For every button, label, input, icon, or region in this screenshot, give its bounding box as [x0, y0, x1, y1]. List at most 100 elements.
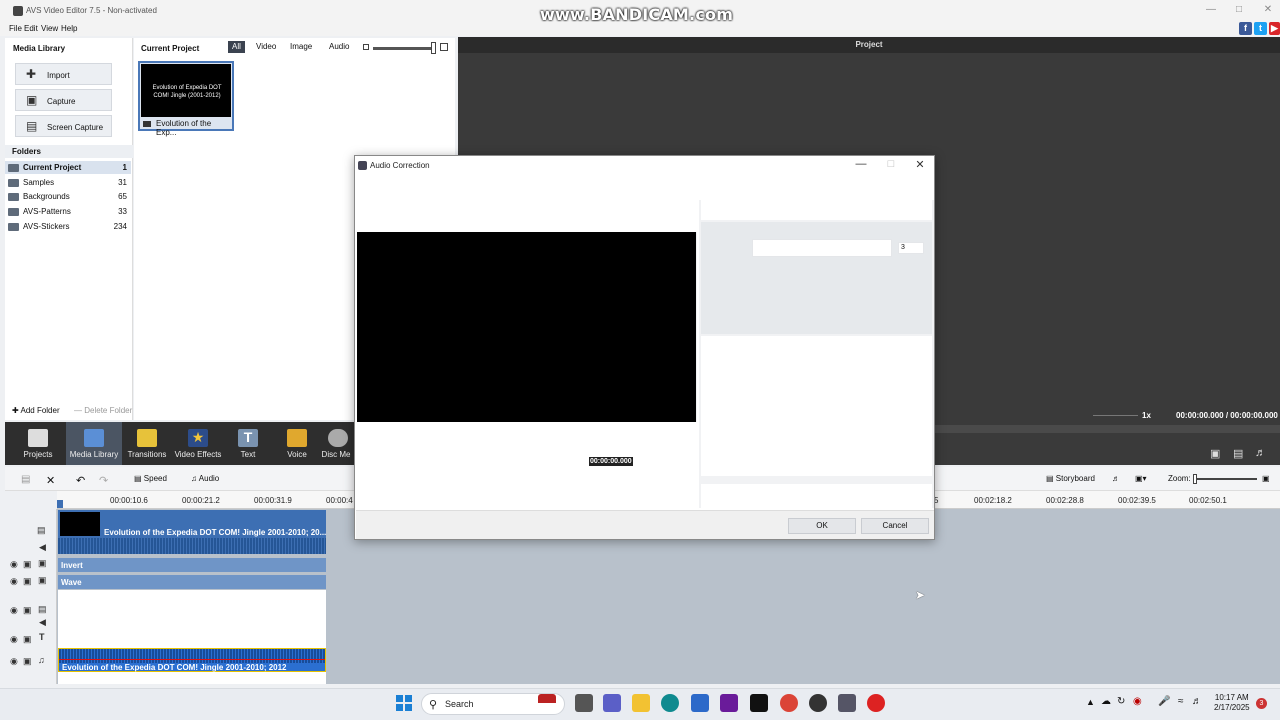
empty-track[interactable]	[58, 672, 326, 684]
lock-icon[interactable]: ▣	[23, 656, 32, 667]
screen-capture-button[interactable]: ▤ Screen Capture	[15, 115, 112, 137]
tv-app-icon[interactable]	[750, 694, 768, 712]
capture-button[interactable]: ▣ Capture	[15, 89, 112, 111]
obs-icon[interactable]	[809, 694, 827, 712]
task-view-icon[interactable]	[575, 694, 593, 712]
fit-zoom-icon[interactable]: ▣	[1262, 474, 1270, 483]
redo-icon[interactable]: ↷	[99, 474, 108, 487]
snapshot-icon[interactable]: ▤	[1233, 447, 1243, 460]
display-options-icon[interactable]: ▣▾	[1135, 474, 1147, 483]
cancel-button[interactable]: Cancel	[861, 518, 929, 534]
video-clip[interactable]: Evolution of the Expedia DOT COM! Jingle…	[58, 510, 326, 554]
menu-help[interactable]: Help	[61, 24, 77, 33]
menu-view[interactable]: View	[41, 24, 58, 33]
settings-slider-field[interactable]	[752, 239, 892, 257]
folder-backgrounds[interactable]: Backgrounds 65	[5, 190, 131, 203]
visibility-eye-icon[interactable]: ◉	[10, 576, 18, 587]
wifi-icon[interactable]: ≈	[1178, 696, 1184, 707]
visibility-eye-icon[interactable]: ◉	[10, 656, 18, 667]
dialog-waveform-area[interactable]	[357, 422, 697, 508]
audio-mute-icon[interactable]: ◀	[39, 617, 46, 628]
slider-thumb[interactable]	[431, 42, 436, 54]
toolbar-disc-menu[interactable]: Disc Me	[316, 422, 356, 465]
toolbar-video-effects[interactable]: ★ Video Effects	[170, 422, 226, 465]
tray-record-icon[interactable]: ◉	[1133, 696, 1142, 707]
bandicam-icon[interactable]	[867, 694, 885, 712]
import-button[interactable]: ✚ Import	[15, 63, 112, 85]
visibility-eye-icon[interactable]: ◉	[10, 605, 18, 616]
chrome-icon[interactable]	[780, 694, 798, 712]
folder-avs-patterns[interactable]: AVS-Patterns 33	[5, 205, 131, 218]
dialog-close-icon[interactable]: ✕	[910, 158, 930, 172]
media-thumbnail[interactable]: Evolution of Expedia DOT COM! Jingle (20…	[138, 61, 234, 137]
playhead[interactable]	[57, 500, 63, 508]
ok-button[interactable]: OK	[788, 518, 856, 534]
maximize-icon[interactable]: □	[1231, 4, 1247, 18]
flag-icon[interactable]	[538, 694, 556, 712]
add-folder-button[interactable]: ✚ Add Folder	[12, 406, 60, 415]
storyboard-button[interactable]: ▤ Storyboard	[1046, 474, 1095, 483]
tray-cloud-icon[interactable]: ☁	[1101, 696, 1111, 707]
youtube-icon[interactable]: ▶	[1269, 22, 1280, 35]
filter-all[interactable]: All	[228, 41, 245, 53]
lock-icon[interactable]: ▣	[23, 576, 32, 587]
yahoo-icon[interactable]	[720, 694, 738, 712]
delete-folder-button[interactable]: — Delete Folder	[74, 406, 132, 415]
folder-samples[interactable]: Samples 31	[5, 176, 131, 189]
toolbar-transitions[interactable]: Transitions	[119, 422, 175, 465]
effect-clip-wave[interactable]: Wave	[58, 575, 326, 589]
lock-icon[interactable]: ▣	[23, 605, 32, 616]
small-thumb-icon[interactable]	[363, 44, 369, 50]
file-explorer-icon[interactable]	[632, 694, 650, 712]
notification-badge[interactable]: 3	[1256, 698, 1267, 709]
effect-clip-invert[interactable]: Invert	[58, 558, 326, 572]
tray-chevron-icon[interactable]: ▲	[1086, 697, 1095, 707]
minimize-icon[interactable]: —	[1203, 4, 1219, 18]
avs-editor-icon[interactable]	[838, 694, 856, 712]
edge-icon[interactable]	[661, 694, 679, 712]
audio-clip[interactable]: Evolution of the Expedia DOT COM! Jingle…	[58, 648, 326, 672]
lock-icon[interactable]: ▣	[23, 634, 32, 645]
folder-current-project[interactable]: Current Project 1	[5, 161, 131, 174]
toolbar-projects[interactable]: Projects	[10, 422, 66, 465]
microphone-icon[interactable]: 🎤	[1158, 696, 1170, 707]
facebook-icon[interactable]: f	[1239, 22, 1252, 35]
delete-icon[interactable]: ✕	[46, 474, 55, 487]
audio-mixer-icon[interactable]: ♬	[1112, 474, 1120, 483]
undo-icon[interactable]: ↶	[76, 474, 85, 487]
menu-edit[interactable]: Edit	[24, 24, 38, 33]
menu-file[interactable]: File	[9, 24, 22, 33]
settings-number-input[interactable]: 3	[898, 242, 924, 254]
speed-slider[interactable]	[1093, 415, 1138, 416]
audio-mute-icon[interactable]: ◀	[39, 542, 46, 553]
filter-image[interactable]: Image	[286, 41, 316, 53]
storyboard-toggle-icon[interactable]: ▤	[21, 474, 30, 485]
volume-line[interactable]	[59, 659, 325, 660]
folder-avs-stickers[interactable]: AVS-Stickers 234	[5, 220, 131, 233]
overlay-track[interactable]	[58, 590, 326, 648]
volume-icon[interactable]: ♬	[1255, 447, 1266, 459]
zoom-slider-thumb[interactable]	[1193, 474, 1197, 484]
filter-video[interactable]: Video	[252, 41, 280, 53]
store-icon[interactable]	[691, 694, 709, 712]
visibility-eye-icon[interactable]: ◉	[10, 559, 18, 570]
audio-button[interactable]: ♫ Audio	[191, 474, 219, 483]
visibility-eye-icon[interactable]: ◉	[10, 634, 18, 645]
tray-sync-icon[interactable]: ↻	[1117, 696, 1125, 707]
teams-icon[interactable]	[603, 694, 621, 712]
large-thumb-icon[interactable]	[440, 43, 448, 51]
speed-button[interactable]: ▤ Speed	[134, 474, 167, 483]
thumbnail-size-slider[interactable]	[373, 47, 435, 50]
fullscreen-icon[interactable]: ▣	[1210, 447, 1220, 460]
lock-icon[interactable]: ▣	[23, 559, 32, 570]
windows-start-icon[interactable]	[396, 695, 412, 711]
zoom-slider[interactable]	[1193, 478, 1257, 480]
close-icon[interactable]: ✕	[1260, 4, 1276, 18]
dialog-minimize-icon[interactable]: —	[851, 158, 871, 172]
taskbar-clock[interactable]: 10:17 AM 2/17/2025	[1214, 693, 1250, 713]
filter-audio[interactable]: Audio	[325, 41, 353, 53]
toolbar-text[interactable]: T Text	[220, 422, 276, 465]
toolbar-media-library[interactable]: Media Library	[66, 422, 122, 465]
twitter-icon[interactable]: t	[1254, 22, 1267, 35]
speaker-icon[interactable]: ♬	[1192, 696, 1202, 707]
